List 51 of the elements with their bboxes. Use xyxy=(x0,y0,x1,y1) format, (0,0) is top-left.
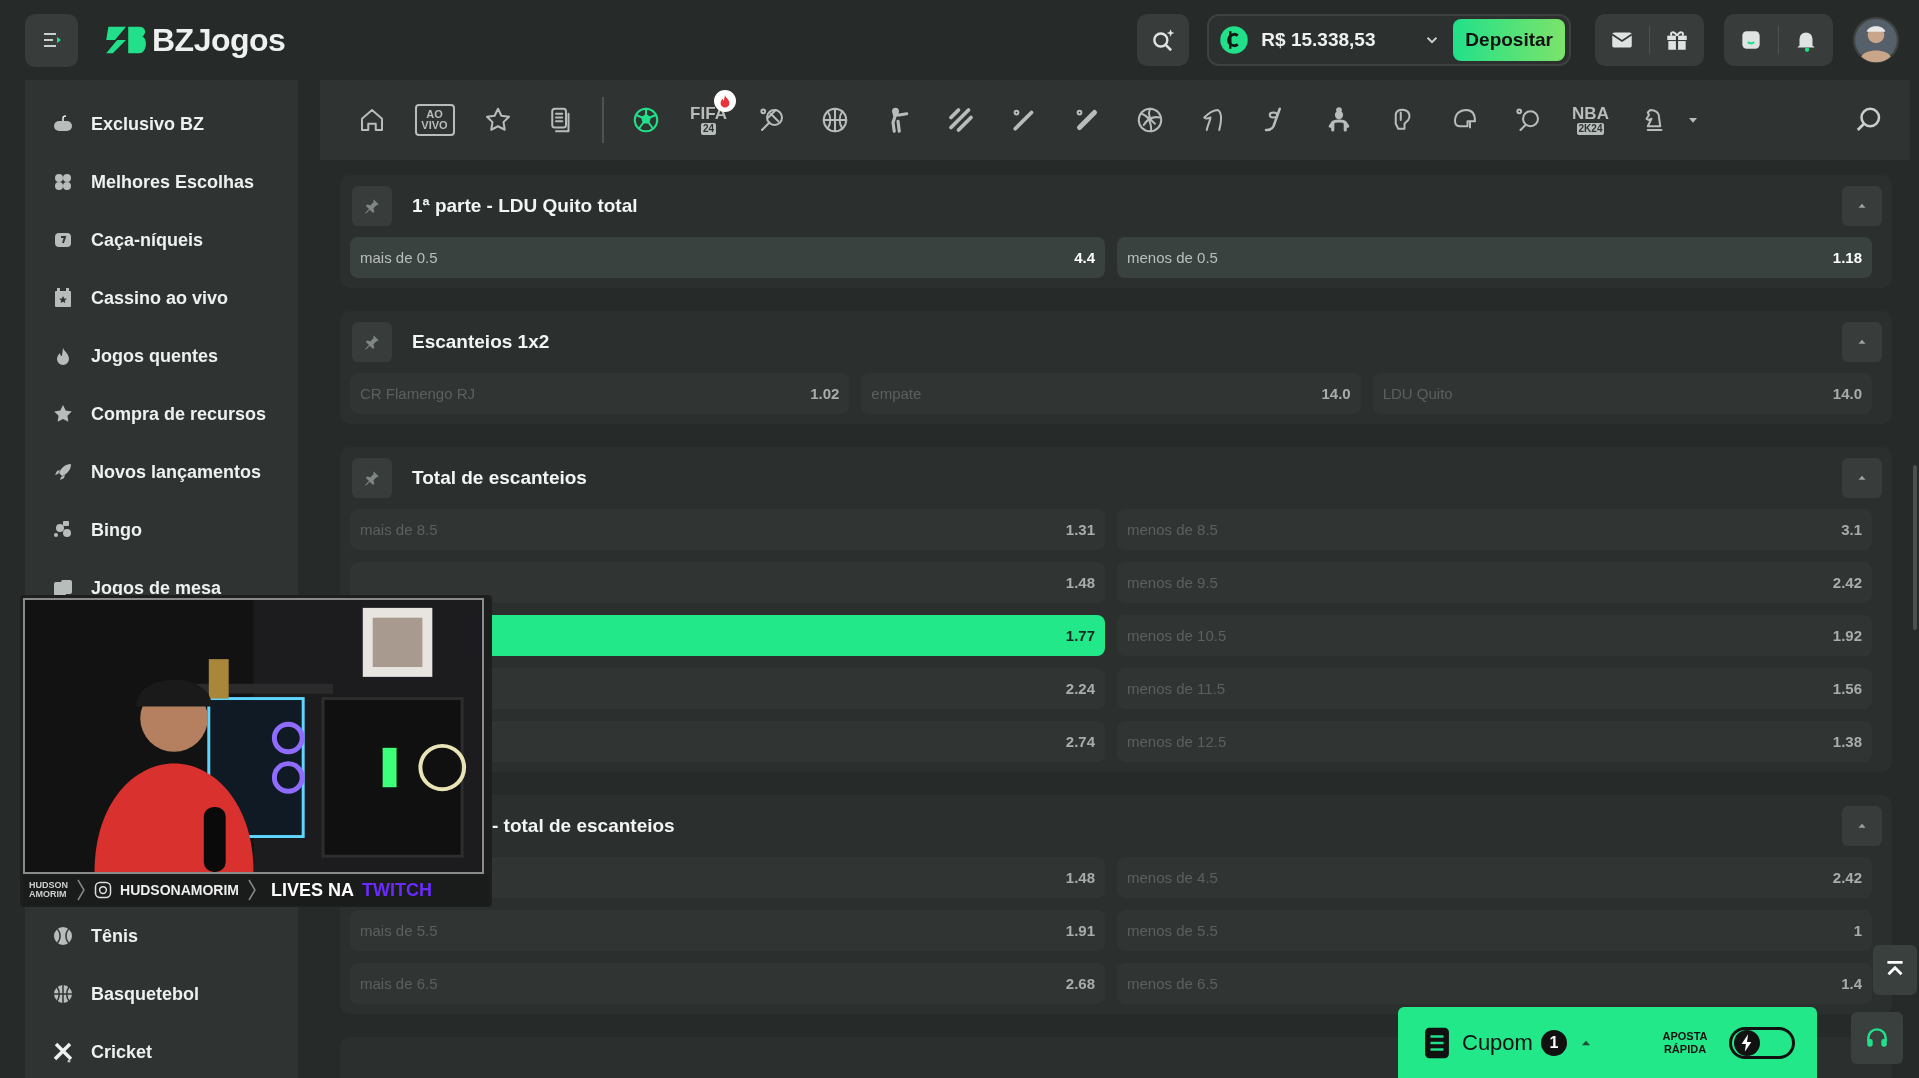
sidebar-item[interactable]: Novos lançamentos xyxy=(25,443,298,501)
sport-tab[interactable]: AO VIVO xyxy=(403,90,466,150)
pin-button[interactable] xyxy=(352,186,392,226)
menu-button[interactable] xyxy=(25,13,78,67)
avatar[interactable] xyxy=(1853,17,1899,63)
market-title: Escanteios 1x2 xyxy=(412,331,551,353)
sidebar-item[interactable]: Caça-níqueis xyxy=(25,211,298,269)
sport-tab[interactable]: NBA 2K24 xyxy=(1559,90,1622,150)
sidebar-item[interactable]: Jogos quentes xyxy=(25,327,298,385)
odds-button[interactable]: mais de 0.5 4.4 xyxy=(350,237,1105,278)
scrollbar[interactable] xyxy=(1913,465,1917,630)
instagram-icon xyxy=(94,881,112,899)
coin-icon xyxy=(1219,25,1250,55)
coupon-icon xyxy=(1424,1025,1450,1060)
coupon-label: Cupom xyxy=(1462,1029,1533,1056)
search-button[interactable] xyxy=(1137,14,1190,66)
market-title: 1ª parte - LDU Quito total xyxy=(412,195,639,217)
basketball-icon xyxy=(51,982,75,1006)
market-title: Total de escanteios xyxy=(412,467,588,489)
platform-name: TWITCH xyxy=(362,879,432,901)
deposit-button[interactable]: Depositar xyxy=(1453,19,1565,61)
social-handle: HUDSONAMORIM xyxy=(120,882,239,898)
chevron-right-icon xyxy=(247,878,257,902)
crossed-bats-icon xyxy=(51,1040,75,1064)
pin-button[interactable] xyxy=(352,322,392,362)
sidebar-item[interactable]: Basquetebol xyxy=(25,965,298,1023)
chevron-right-icon xyxy=(76,878,86,902)
market-title: - total de escanteios xyxy=(492,815,676,837)
pin-icon xyxy=(363,469,381,487)
streamer-logo: HUDSON AMORIM xyxy=(29,881,68,899)
sidebar-item[interactable]: Bingo xyxy=(25,501,298,559)
support-button[interactable] xyxy=(1851,1012,1903,1064)
sidebar-item[interactable]: Cricket xyxy=(25,1023,298,1078)
lightning-icon xyxy=(1734,1029,1760,1056)
pin-icon xyxy=(363,333,381,351)
tennis-ball-icon xyxy=(51,924,75,948)
sidebar-item[interactable]: Melhores Escolhas xyxy=(25,153,298,211)
sidebar-item[interactable]: Compra de recursos xyxy=(25,385,298,443)
coupon-bar[interactable]: Cupom 1 APOSTA RÁPIDA xyxy=(1398,1007,1817,1078)
sidebar-item[interactable]: Tênis xyxy=(25,907,298,965)
quick-bet-toggle[interactable] xyxy=(1729,1026,1795,1059)
quick-bet-label: APOSTA RÁPIDA xyxy=(1661,1030,1709,1055)
brand-name: BZJogos xyxy=(152,21,286,59)
odds-button[interactable]: menos de 0.5 1.18 xyxy=(1117,237,1872,278)
sidebar-item[interactable]: Exclusivo BZ xyxy=(25,95,298,153)
pin-button[interactable] xyxy=(352,458,392,498)
sidebar-item[interactable]: Cassino ao vivo xyxy=(25,269,298,327)
coupon-count-badge: 1 xyxy=(1540,1029,1567,1056)
pin-icon xyxy=(363,197,381,215)
scroll-top-button[interactable] xyxy=(1873,945,1917,995)
balance-amount: R$ 15.338,53 xyxy=(1261,29,1377,51)
